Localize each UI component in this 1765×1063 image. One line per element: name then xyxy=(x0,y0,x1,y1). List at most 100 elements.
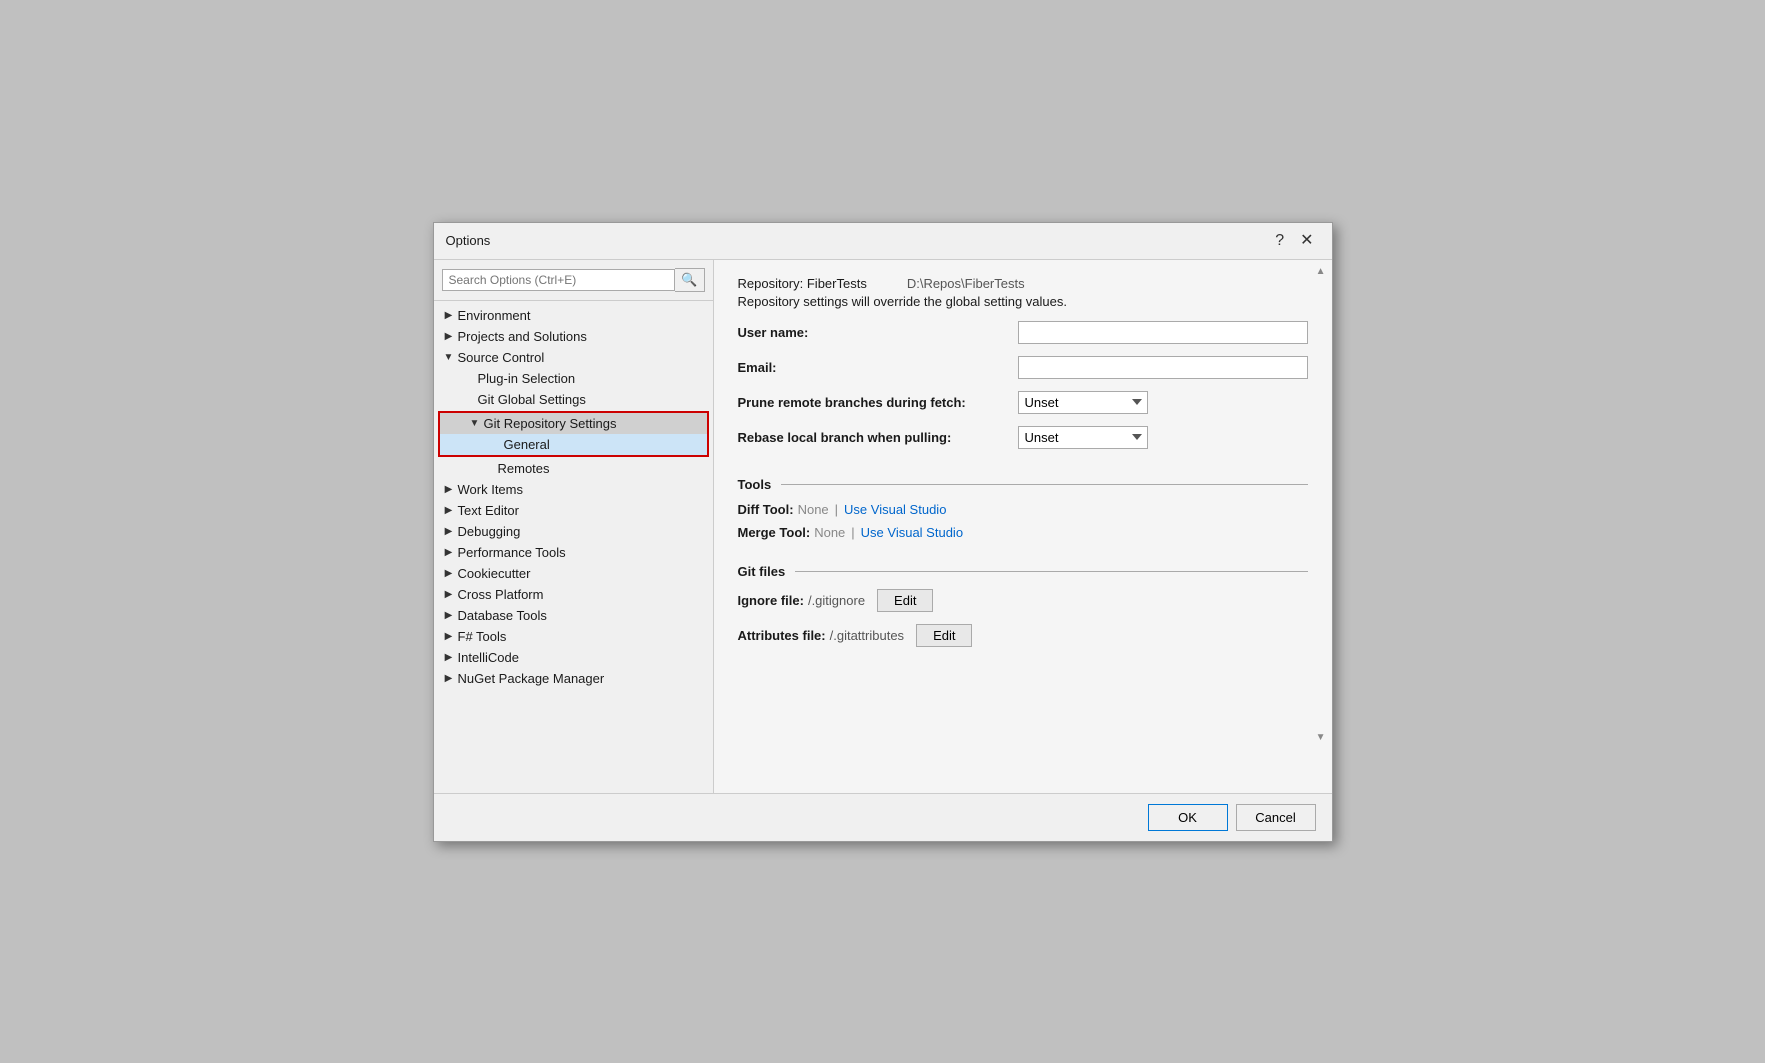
sidebar-item-git-repo-settings[interactable]: ▼ Git Repository Settings xyxy=(440,413,707,434)
sidebar-item-projects-solutions[interactable]: ▶ Projects and Solutions xyxy=(434,326,713,347)
sidebar-item-performance-tools[interactable]: ▶ Performance Tools xyxy=(434,542,713,563)
arrow-icon: ▶ xyxy=(442,331,456,342)
sidebar-item-label: Debugging xyxy=(458,524,521,539)
arrow-icon: ▶ xyxy=(442,589,456,600)
sidebar-item-cookiecutter[interactable]: ▶ Cookiecutter xyxy=(434,563,713,584)
arrow-icon: ▼ xyxy=(468,418,482,429)
search-input[interactable] xyxy=(442,269,676,291)
username-label: User name: xyxy=(738,325,1018,340)
arrow-icon: ▶ xyxy=(442,547,456,558)
repo-label: Repository: FiberTests xyxy=(738,276,867,291)
ignore-file-row: Ignore file: /.gitignore Edit xyxy=(738,589,1308,612)
merge-separator: | xyxy=(851,525,854,540)
attributes-edit-button[interactable]: Edit xyxy=(916,624,972,647)
repo-subtitle: Repository settings will override the gl… xyxy=(738,294,1308,309)
sidebar-item-label: Git Global Settings xyxy=(478,392,586,407)
repo-title-line: Repository: FiberTests D:\Repos\FiberTes… xyxy=(738,276,1308,291)
attributes-label: Attributes file: xyxy=(738,628,826,643)
sidebar-item-label: Git Repository Settings xyxy=(484,416,617,431)
arrow-icon: ▶ xyxy=(442,610,456,621)
tree-container: ▶ Environment ▶ Projects and Solutions ▼… xyxy=(434,301,713,793)
sidebar-item-intellicode[interactable]: ▶ IntelliCode xyxy=(434,647,713,668)
tools-section-title: Tools xyxy=(738,477,772,492)
search-button[interactable]: 🔍 xyxy=(675,268,704,292)
bottom-bar: OK Cancel xyxy=(434,793,1332,841)
sidebar-item-fsharp-tools[interactable]: ▶ F# Tools xyxy=(434,626,713,647)
close-button[interactable]: ✕ xyxy=(1294,231,1319,251)
email-input[interactable] xyxy=(1018,356,1308,379)
sidebar-item-environment[interactable]: ▶ Environment xyxy=(434,305,713,326)
search-bar: 🔍 xyxy=(434,260,713,301)
sidebar-item-source-control[interactable]: ▼ Source Control xyxy=(434,347,713,368)
ignore-edit-button[interactable]: Edit xyxy=(877,589,933,612)
rebase-select[interactable]: Unset True False xyxy=(1018,426,1148,449)
arrow-icon: ▶ xyxy=(442,631,456,642)
username-row: User name: xyxy=(738,321,1308,344)
git-files-section-header: Git files xyxy=(738,564,1308,579)
sidebar-item-label: Remotes xyxy=(498,461,550,476)
scroll-up-arrow[interactable]: ▲ xyxy=(1316,266,1326,277)
merge-label: Merge Tool: xyxy=(738,525,811,540)
sidebar-item-label: Performance Tools xyxy=(458,545,566,560)
options-dialog: Options ? ✕ 🔍 ▶ Environment ▶ Proj xyxy=(433,222,1333,842)
sidebar-item-nuget[interactable]: ▶ NuGet Package Manager xyxy=(434,668,713,689)
diff-label: Diff Tool: xyxy=(738,502,794,517)
arrow-icon: ▼ xyxy=(442,352,456,363)
sidebar-item-remotes[interactable]: Remotes xyxy=(434,458,713,479)
sidebar-item-label: Projects and Solutions xyxy=(458,329,587,344)
help-button[interactable]: ? xyxy=(1269,231,1290,251)
section-divider xyxy=(795,571,1307,572)
left-panel: 🔍 ▶ Environment ▶ Projects and Solutions… xyxy=(434,260,714,793)
arrow-icon: ▶ xyxy=(442,526,456,537)
sidebar-item-label: F# Tools xyxy=(458,629,507,644)
cancel-button[interactable]: Cancel xyxy=(1236,804,1316,831)
diff-link[interactable]: Use Visual Studio xyxy=(844,502,946,517)
section-divider xyxy=(781,484,1307,485)
attributes-file-row: Attributes file: /.gitattributes Edit xyxy=(738,624,1308,647)
merge-tool-row: Merge Tool: None | Use Visual Studio xyxy=(738,525,1308,540)
dialog-title: Options xyxy=(446,233,491,248)
sidebar-item-work-items[interactable]: ▶ Work Items xyxy=(434,479,713,500)
sidebar-item-label: IntelliCode xyxy=(458,650,519,665)
email-row: Email: xyxy=(738,356,1308,379)
scroll-down-arrow[interactable]: ▼ xyxy=(1316,732,1326,743)
sidebar-item-text-editor[interactable]: ▶ Text Editor xyxy=(434,500,713,521)
tools-section-header: Tools xyxy=(738,477,1308,492)
repo-path: D:\Repos\FiberTests xyxy=(907,276,1025,291)
arrow-icon: ▶ xyxy=(442,673,456,684)
rebase-row: Rebase local branch when pulling: Unset … xyxy=(738,426,1308,449)
diff-value: None xyxy=(798,502,829,517)
repo-header: Repository: FiberTests D:\Repos\FiberTes… xyxy=(738,276,1308,309)
sidebar-item-database-tools[interactable]: ▶ Database Tools xyxy=(434,605,713,626)
ignore-value: /.gitignore xyxy=(808,593,865,608)
right-panel: ▲ Repository: FiberTests D:\Repos\FiberT… xyxy=(714,260,1332,793)
sidebar-item-label: NuGet Package Manager xyxy=(458,671,605,686)
arrow-icon: ▶ xyxy=(442,484,456,495)
username-input[interactable] xyxy=(1018,321,1308,344)
arrow-icon: ▶ xyxy=(442,652,456,663)
attributes-value: /.gitattributes xyxy=(830,628,904,643)
rebase-label: Rebase local branch when pulling: xyxy=(738,430,1018,445)
merge-value: None xyxy=(814,525,845,540)
sidebar-item-debugging[interactable]: ▶ Debugging xyxy=(434,521,713,542)
diff-tool-row: Diff Tool: None | Use Visual Studio xyxy=(738,502,1308,517)
git-repo-settings-group: ▼ Git Repository Settings General xyxy=(438,411,709,457)
prune-label: Prune remote branches during fetch: xyxy=(738,395,1018,410)
sidebar-item-cross-platform[interactable]: ▶ Cross Platform xyxy=(434,584,713,605)
sidebar-item-plugin-selection[interactable]: Plug-in Selection xyxy=(434,368,713,389)
email-label: Email: xyxy=(738,360,1018,375)
diff-separator: | xyxy=(835,502,838,517)
sidebar-item-general[interactable]: General xyxy=(440,434,707,455)
arrow-icon: ▶ xyxy=(442,310,456,321)
git-files-section-title: Git files xyxy=(738,564,786,579)
arrow-icon: ▶ xyxy=(442,568,456,579)
sidebar-item-label: Cookiecutter xyxy=(458,566,531,581)
prune-select[interactable]: Unset True False xyxy=(1018,391,1148,414)
sidebar-item-label: Text Editor xyxy=(458,503,519,518)
title-bar: Options ? ✕ xyxy=(434,223,1332,260)
sidebar-item-label: Database Tools xyxy=(458,608,547,623)
ok-button[interactable]: OK xyxy=(1148,804,1228,831)
arrow-icon: ▶ xyxy=(442,505,456,516)
sidebar-item-git-global-settings[interactable]: Git Global Settings xyxy=(434,389,713,410)
merge-link[interactable]: Use Visual Studio xyxy=(861,525,963,540)
